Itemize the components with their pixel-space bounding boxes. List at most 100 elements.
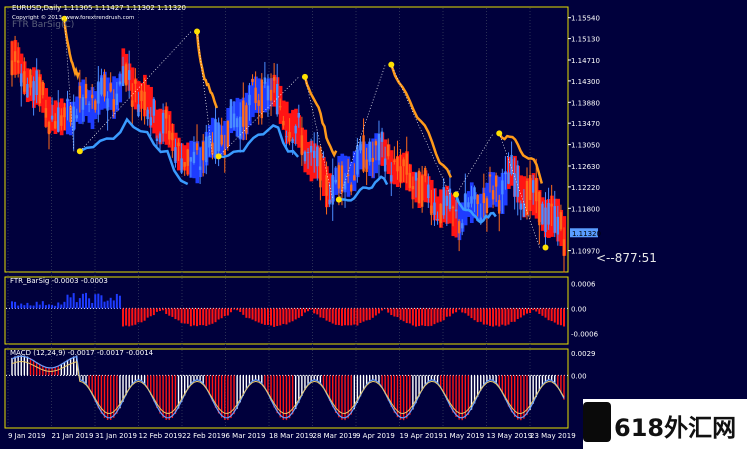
candle-body xyxy=(430,205,433,216)
barsig-bar xyxy=(344,308,347,326)
candle-body xyxy=(516,165,519,197)
barsig-bar xyxy=(307,308,310,312)
barsig-bar xyxy=(535,308,538,312)
sig-pane-title: FTR_BarSig -0.0003 -0.0003 xyxy=(10,277,108,285)
barsig-bar xyxy=(220,308,223,319)
barsig-bar xyxy=(485,308,488,325)
time-tick-label: 13 May 2019 xyxy=(487,432,533,440)
barsig-bar xyxy=(507,308,510,325)
signal-dot xyxy=(76,148,83,155)
candle-body xyxy=(44,108,48,118)
barsig-bar xyxy=(60,304,63,309)
candle-body xyxy=(291,139,294,143)
barsig-bar xyxy=(168,308,171,316)
signal-dot xyxy=(542,244,549,251)
barsig-bar xyxy=(54,305,57,309)
price-tick-label: 1.12630 xyxy=(571,163,600,171)
barsig-bar xyxy=(137,308,140,323)
candle-body xyxy=(112,99,115,112)
candle-body xyxy=(223,150,226,156)
barsig-bar xyxy=(294,308,297,320)
barsig-bar xyxy=(563,308,565,327)
barsig-bar xyxy=(48,304,51,309)
signal-dot xyxy=(194,28,201,35)
barsig-bar xyxy=(183,308,186,324)
candle-body xyxy=(547,202,550,225)
candle-body xyxy=(168,130,171,140)
barsig-bar xyxy=(328,308,331,322)
barsig-bar xyxy=(44,305,47,309)
candle-body xyxy=(420,175,424,207)
candle-body xyxy=(461,223,464,229)
candle-body xyxy=(205,136,208,163)
barsig-bar xyxy=(353,308,356,325)
barsig-bar xyxy=(112,300,115,309)
candle-body xyxy=(134,79,137,84)
barsig-bar xyxy=(233,308,236,310)
barsig-bar xyxy=(32,305,35,309)
barsig-bar xyxy=(288,308,291,323)
candle-body xyxy=(559,212,563,230)
candle-body xyxy=(485,198,489,214)
candle-body xyxy=(143,91,146,111)
barsig-bar xyxy=(445,308,448,317)
barsig-bar xyxy=(559,308,562,326)
candle-body xyxy=(10,60,14,76)
candle-body xyxy=(66,98,69,102)
candle-body xyxy=(365,159,368,172)
candle-body xyxy=(393,160,396,162)
barsig-bar xyxy=(171,308,174,317)
barsig-bar xyxy=(359,308,362,323)
time-tick-label: 9 Jan 2019 xyxy=(8,432,46,440)
barsig-bar xyxy=(180,308,183,323)
macd-pane-title: MACD (12,24,9) -0.0017 -0.0017 -0.0014 xyxy=(10,349,154,357)
candle-body xyxy=(50,115,54,120)
time-tick-label: 1 May 2019 xyxy=(443,432,484,440)
barsig-bar xyxy=(331,308,334,324)
candle-body xyxy=(316,146,319,167)
candle-body xyxy=(476,194,479,205)
candle-body xyxy=(97,81,100,104)
candle-body xyxy=(229,99,233,128)
candle-body xyxy=(306,152,310,154)
candle-body xyxy=(174,147,177,164)
barsig-bar xyxy=(75,302,78,309)
barsig-bar xyxy=(35,301,38,309)
candle-body xyxy=(100,77,103,95)
barsig-bar xyxy=(532,308,535,311)
candle-body xyxy=(353,175,356,181)
barsig-bar xyxy=(285,308,288,325)
barsig-bar xyxy=(217,308,220,320)
candle-body xyxy=(513,173,516,197)
candle-body xyxy=(75,115,78,119)
candle-body xyxy=(322,156,325,158)
candle-body xyxy=(313,150,316,158)
time-tick-label: 28 Mar 2019 xyxy=(313,432,357,440)
candle-body xyxy=(402,159,405,167)
candle-body xyxy=(155,138,159,142)
candle-body xyxy=(390,175,393,182)
candle-body xyxy=(439,203,442,224)
time-tick-label: 19 Apr 2019 xyxy=(400,432,443,440)
candle-body xyxy=(538,191,541,226)
candle-body xyxy=(220,134,223,145)
candle-body xyxy=(171,132,174,141)
price-tick-label: 1.14710 xyxy=(571,57,600,65)
watermark: 618外汇网 xyxy=(583,399,747,449)
candle-body xyxy=(94,100,97,110)
barsig-bar xyxy=(300,308,303,317)
candle-body xyxy=(457,221,461,234)
signal-dot xyxy=(388,61,395,68)
barsig-bar xyxy=(498,308,501,327)
candle-body xyxy=(41,81,45,96)
barsig-bar xyxy=(322,308,325,319)
barsig-bar xyxy=(115,293,118,309)
barsig-bar xyxy=(451,308,454,314)
candle-body xyxy=(541,203,544,225)
time-tick-label: 21 Jan 2019 xyxy=(52,432,94,440)
candle-body xyxy=(90,94,94,99)
current-price-label: 1.11320 xyxy=(572,230,601,238)
barsig-bar xyxy=(276,308,279,326)
barsig-bar xyxy=(291,308,294,322)
candle-body xyxy=(118,81,122,85)
